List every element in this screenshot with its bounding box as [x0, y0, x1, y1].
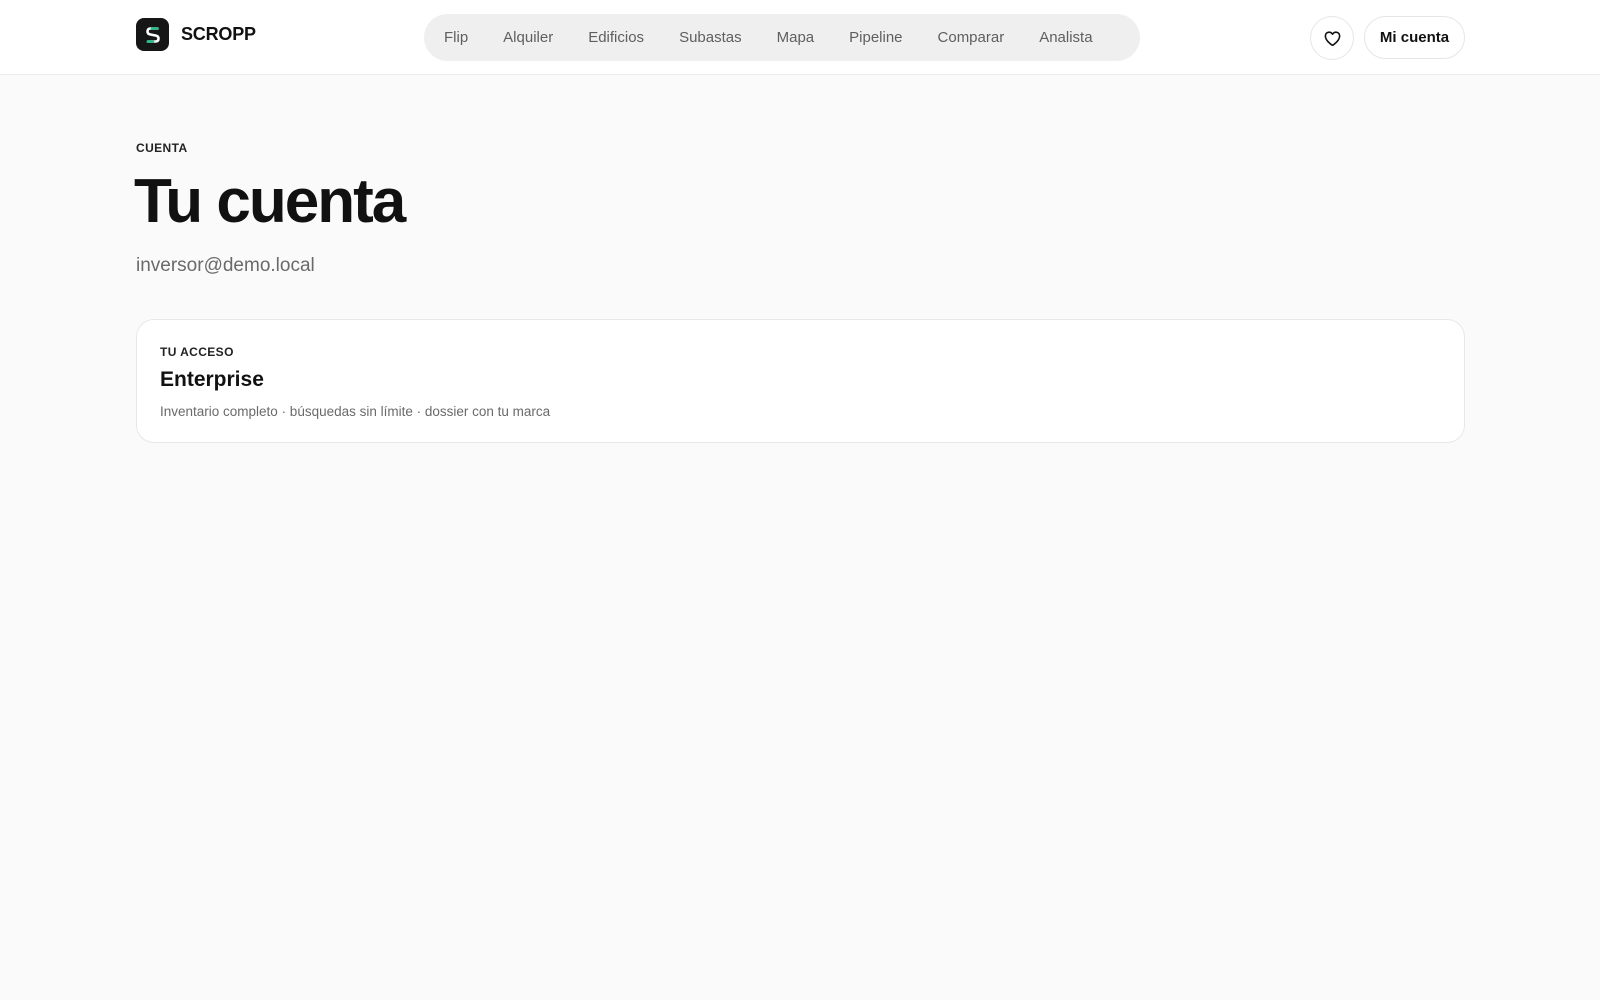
plan-name: Enterprise [160, 368, 264, 391]
nav-item-analista[interactable]: Analista [1021, 29, 1109, 46]
access-card: TU ACCESO Enterprise Inventario completo… [136, 319, 1465, 443]
brand[interactable]: SCROPP [136, 18, 256, 51]
plan-description: Inventario completo · búsquedas sin lími… [160, 404, 551, 419]
nav-item-alquiler[interactable]: Alquiler [485, 29, 570, 46]
user-email: inversor@demo.local [136, 255, 315, 276]
scropp-logo-icon [136, 18, 169, 51]
top-navigation-bar: SCROPP Flip Alquiler Edificios Subastas … [0, 0, 1600, 75]
main-nav: Flip Alquiler Edificios Subastas Mapa Pi… [424, 14, 1140, 61]
nav-item-edificios[interactable]: Edificios [570, 29, 661, 46]
page-title: Tu cuenta [134, 167, 406, 236]
heart-icon [1324, 30, 1340, 46]
brand-name: SCROPP [181, 24, 256, 44]
nav-item-mapa[interactable]: Mapa [759, 29, 832, 46]
logo-s-mark [145, 26, 160, 43]
account-button[interactable]: Mi cuenta [1364, 16, 1465, 59]
nav-item-flip[interactable]: Flip [444, 29, 485, 46]
nav-item-subastas[interactable]: Subastas [661, 29, 759, 46]
nav-item-pipeline[interactable]: Pipeline [831, 29, 919, 46]
nav-item-comparar[interactable]: Comparar [920, 29, 1022, 46]
section-eyebrow: CUENTA [136, 141, 188, 155]
access-card-eyebrow: TU ACCESO [160, 345, 234, 359]
favorites-button[interactable] [1310, 16, 1354, 60]
